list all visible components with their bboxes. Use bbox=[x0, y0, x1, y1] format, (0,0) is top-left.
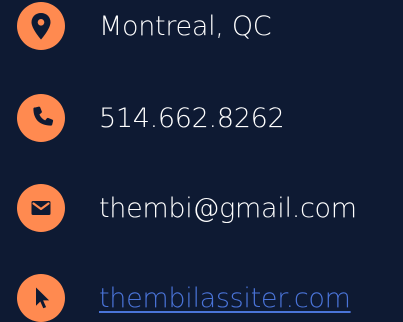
envelope-icon bbox=[17, 184, 65, 232]
phone-icon bbox=[17, 94, 65, 142]
contact-item-location: Montreal, QC bbox=[17, 2, 272, 50]
cursor-icon bbox=[17, 274, 65, 322]
contact-item-email: thembi@gmail.com bbox=[17, 184, 357, 232]
contact-item-website[interactable]: thembilassiter.com bbox=[17, 274, 351, 322]
email-text: thembi@gmail.com bbox=[99, 192, 357, 224]
contact-item-phone: 514.662.8262 bbox=[17, 94, 285, 142]
website-link[interactable]: thembilassiter.com bbox=[99, 283, 351, 314]
contact-list: Montreal, QC 514.662.8262 thembi@gmail.c… bbox=[0, 0, 403, 322]
location-text: Montreal, QC bbox=[99, 10, 272, 42]
map-pin-icon bbox=[17, 2, 65, 50]
phone-text: 514.662.8262 bbox=[99, 102, 285, 134]
